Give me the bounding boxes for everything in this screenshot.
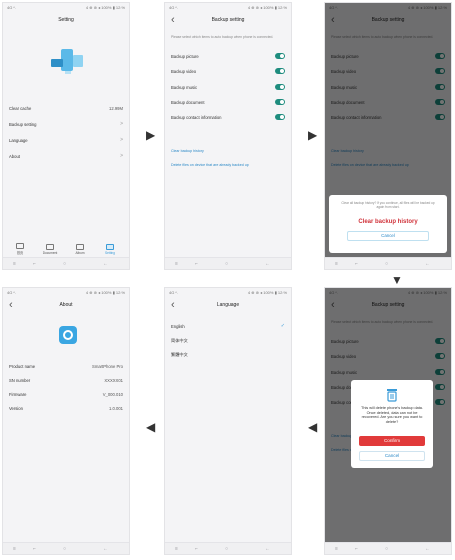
page-title: Setting	[58, 17, 74, 23]
cancel-button[interactable]: Cancel	[347, 231, 429, 241]
tab-album[interactable]: Album	[69, 244, 91, 255]
status-bar: 4G ⁿ.4 ⊕ ⊛ ◂ 100% ▮ 12:%	[169, 290, 287, 295]
menu-icon[interactable]: ≡	[13, 261, 16, 267]
backup-contact-row: Backup contact information	[171, 114, 285, 124]
cancel-button[interactable]: Cancel	[359, 451, 425, 461]
backup-document-row: Backup document	[171, 99, 285, 109]
page-title: Backup setting	[211, 17, 245, 23]
status-bar: 4G ⁿ.4 ⊕ ⊛ ◂ 100% ▮ 12:%	[169, 5, 287, 10]
back-nav-icon[interactable]: ←	[103, 261, 108, 267]
home-icon	[16, 243, 24, 249]
status-bar: 4G ⁿ.4 ⊕ ⊛ ◂ 100% ▮ 12:%	[7, 290, 125, 295]
settings-row[interactable]: Clear cache 12.99M	[9, 106, 123, 115]
about-row: Product name SmartPhone Pro	[9, 364, 123, 369]
about-row: SN number XXXXX01	[9, 378, 123, 383]
flow-arrow: ▶	[146, 128, 156, 142]
home-button-icon[interactable]: ○	[63, 546, 66, 552]
toggle-switch[interactable]	[275, 84, 285, 90]
toggle-switch[interactable]	[275, 114, 285, 120]
system-nav-bar: ≡ ⌐ ○ ←	[325, 257, 451, 269]
language-option[interactable]: 简体中文	[171, 338, 285, 347]
confirm-delete-dialog: This will delete phone's backup data. On…	[351, 380, 433, 468]
home-button-icon[interactable]: ○	[225, 261, 228, 267]
system-nav-bar: ≡ ⌐ ○ ←	[165, 542, 291, 554]
flow-arrow: ◀	[146, 420, 156, 434]
page-title: Language	[216, 302, 240, 308]
home-button-icon[interactable]: ○	[385, 261, 388, 267]
sheet-question: Clear all backup history? If you continu…	[341, 201, 435, 209]
backup-clear-sheet-screen: 4G ⁿ.4 ⊕ ⊛ ◂ 100% ▮ 12:% ‹ Backup settin…	[324, 2, 452, 270]
back-nav-icon[interactable]: ←	[265, 261, 270, 267]
settings-row[interactable]: Backup setting >	[9, 121, 123, 131]
settings-screen: 4G ⁿ. 4 ⊕ ⊛ ◂ 100% ▮ 12:% Setting Clear c…	[2, 2, 130, 270]
menu-icon[interactable]: ≡	[175, 546, 178, 552]
flow-arrow: ▼	[391, 273, 403, 287]
clear-history-sheet: Clear all backup history? If you continu…	[329, 195, 447, 253]
about-row: Firmware V_000.010	[9, 392, 123, 397]
tab-setting[interactable]: Setting	[99, 244, 121, 255]
flow-arrow: ◀	[308, 420, 318, 434]
recent-icon[interactable]: ⌐	[33, 546, 36, 552]
about-screen: 4G ⁿ. 4 ⊕ ⊛ ◂ 100% ▮ 12:% ‹ About Product…	[2, 287, 130, 555]
delete-backed-up-link[interactable]: Delete files on device that are already …	[171, 163, 249, 167]
menu-icon[interactable]: ≡	[335, 261, 338, 267]
home-button-icon[interactable]: ○	[225, 546, 228, 552]
system-nav-bar: ≡ ⌐ ○ ←	[3, 257, 129, 269]
language-option[interactable]: English ✓	[171, 323, 285, 333]
menu-icon[interactable]: ≡	[13, 546, 16, 552]
check-icon: ✓	[280, 323, 285, 329]
illustration-icon	[47, 45, 87, 75]
flow-canvas: 4G ⁿ. 4 ⊕ ⊛ ◂ 100% ▮ 12:% Setting Clear c…	[0, 0, 455, 560]
recent-icon[interactable]: ⌐	[195, 261, 198, 267]
toggle-switch[interactable]	[275, 68, 285, 74]
language-screen: 4G ⁿ. 4 ⊕ ⊛ ◂ 100% ▮ 12:% ‹ Language Engl…	[164, 287, 292, 555]
status-bar: 4G ⁿ.4 ⊕ ⊛ ◂ 100% ▮ 12:%	[7, 5, 125, 10]
menu-icon[interactable]: ≡	[175, 261, 178, 267]
home-button-icon[interactable]: ○	[385, 546, 388, 552]
back-nav-icon[interactable]: ←	[425, 261, 430, 267]
dialog-message: This will delete phone's backup data. On…	[361, 406, 423, 424]
about-row: Version 1.0.001	[9, 406, 123, 411]
back-nav-icon[interactable]: ←	[103, 546, 108, 552]
back-nav-icon[interactable]: ←	[425, 546, 430, 552]
toggle-switch[interactable]	[275, 53, 285, 59]
toggle-switch[interactable]	[275, 99, 285, 105]
tab-home[interactable]: 首页	[9, 243, 31, 255]
clear-backup-history-link[interactable]: Clear backup history	[171, 149, 204, 153]
app-logo-icon	[59, 326, 77, 344]
settings-row[interactable]: About >	[9, 153, 123, 163]
backup-setting-screen: 4G ⁿ. 4 ⊕ ⊛ ◂ 100% ▮ 12:% ‹ Backup settin…	[164, 2, 292, 270]
document-icon	[46, 244, 54, 250]
language-option[interactable]: 繁體中文	[171, 352, 285, 361]
backup-confirm-screen: 4G ⁿ.4 ⊕ ⊛ ◂ 100% ▮ 12:% ‹ Backup settin…	[324, 287, 452, 555]
album-icon	[76, 244, 84, 250]
settings-row[interactable]: Language >	[9, 137, 123, 147]
home-button-icon[interactable]: ○	[63, 261, 66, 267]
recent-icon[interactable]: ⌐	[355, 546, 358, 552]
clear-history-button[interactable]: Clear backup history	[329, 219, 447, 225]
recent-icon[interactable]: ⌐	[355, 261, 358, 267]
page-title: About	[59, 302, 73, 308]
setting-icon	[106, 244, 114, 250]
backup-picture-row: Backup picture	[171, 53, 285, 63]
system-nav-bar: ≡ ⌐ ○ ←	[165, 257, 291, 269]
tab-document[interactable]: Document	[39, 244, 61, 255]
back-nav-icon[interactable]: ←	[265, 546, 270, 552]
menu-icon[interactable]: ≡	[335, 546, 338, 552]
backup-hint: Please select which items to auto backup…	[171, 35, 274, 39]
backup-video-row: Backup video	[171, 68, 285, 78]
trash-icon	[386, 388, 398, 402]
confirm-button[interactable]: Confirm	[359, 436, 425, 446]
system-nav-bar: ≡ ⌐ ○ ←	[3, 542, 129, 554]
recent-icon[interactable]: ⌐	[195, 546, 198, 552]
backup-music-row: Backup music	[171, 84, 285, 94]
recent-icon[interactable]: ⌐	[33, 261, 36, 267]
flow-arrow: ▶	[308, 128, 318, 142]
system-nav-bar: ≡ ⌐ ○ ←	[325, 542, 451, 554]
